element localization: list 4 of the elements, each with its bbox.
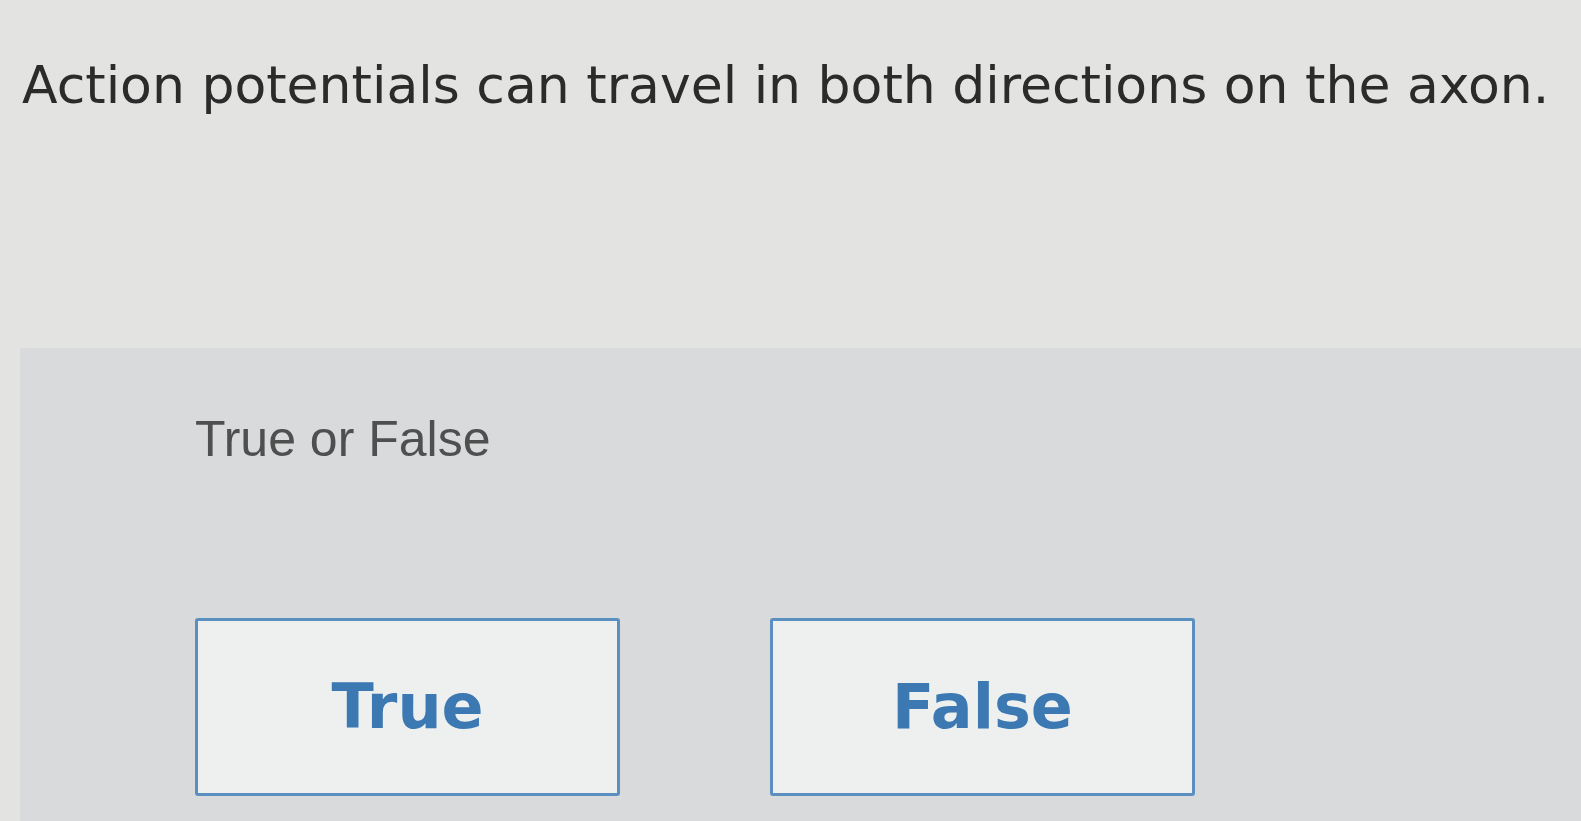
question-text: Action potentials can travel in both directions on the axon. [22, 54, 1550, 117]
answer-option[interactable]: True [195, 617, 620, 796]
prompt-text: True or False [195, 409, 491, 468]
answer-option[interactable]: False [770, 617, 1195, 796]
